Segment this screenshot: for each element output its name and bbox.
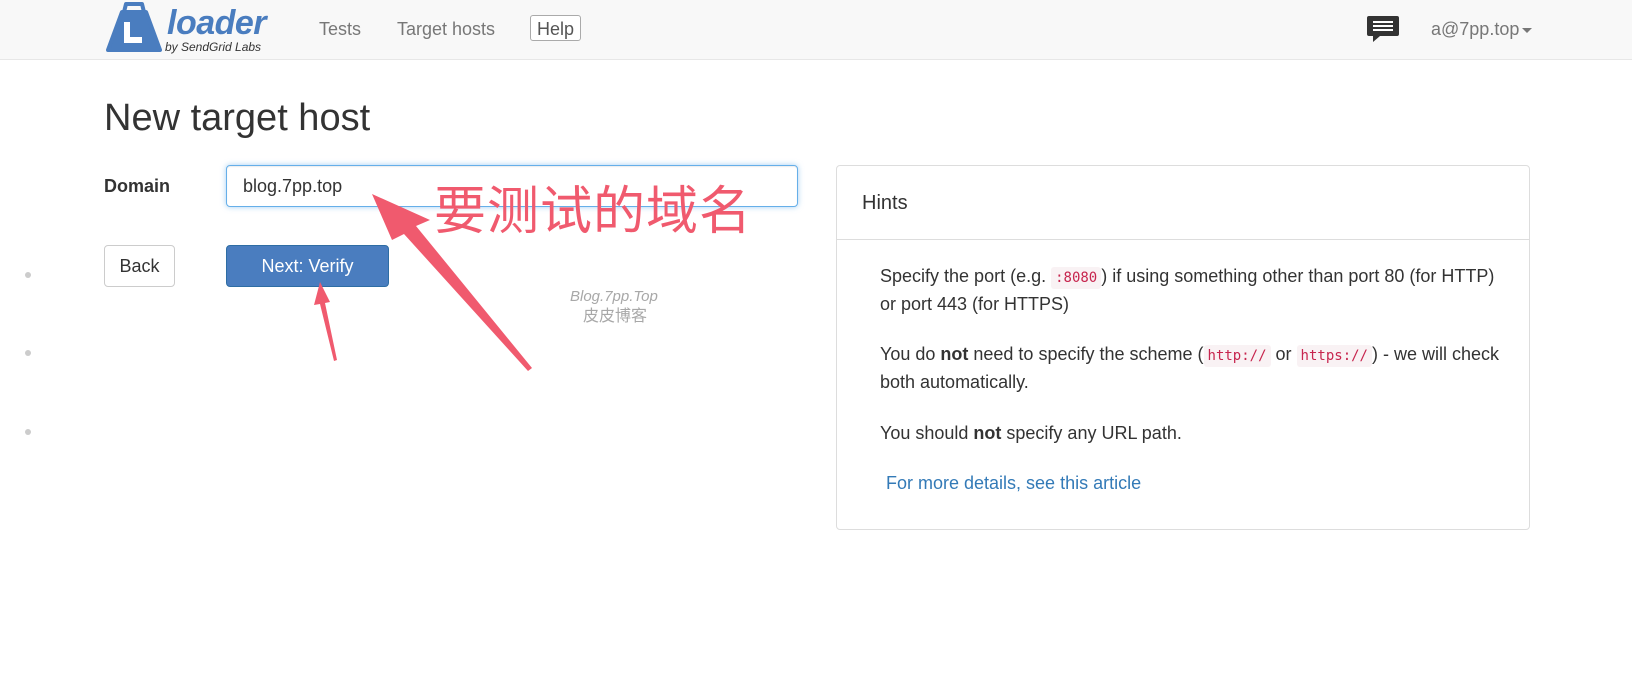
- annotation-label: 要测试的域名: [434, 183, 753, 241]
- watermark-line1: Blog.7pp.Top: [570, 288, 658, 305]
- arrow-to-button-icon: [314, 282, 337, 361]
- watermark-line2: 皮皮博客: [583, 308, 648, 325]
- annotation-arrows: [314, 194, 532, 371]
